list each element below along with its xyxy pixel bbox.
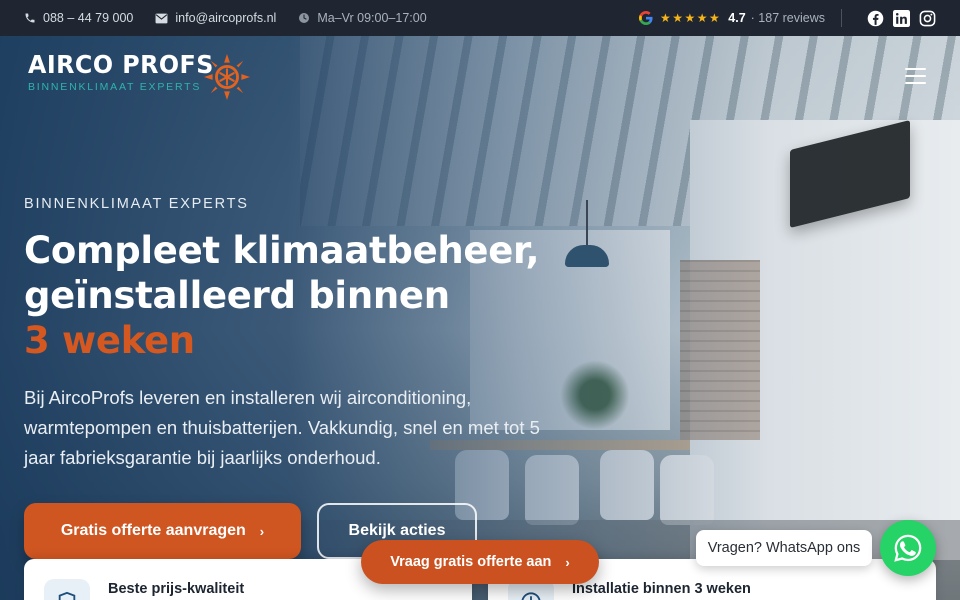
- hero-title-accent: 3 weken: [24, 319, 195, 362]
- instagram-icon[interactable]: [919, 10, 936, 27]
- menu-button[interactable]: [905, 68, 926, 84]
- email-link[interactable]: info@aircoprofs.nl: [155, 11, 276, 25]
- whatsapp-icon: [894, 534, 922, 562]
- hamburger-icon: [905, 68, 926, 70]
- email-address: info@aircoprofs.nl: [175, 11, 277, 25]
- logo-wordmark: AIRCO PROFS: [28, 50, 214, 79]
- chevron-right-icon: ›: [259, 523, 265, 539]
- feature-title: Beste prijs-kwaliteit: [108, 581, 245, 597]
- site-logo[interactable]: AIRCO PROFS BINNENKLIMAAT EXPERTS: [28, 50, 250, 100]
- google-icon: [638, 11, 653, 25]
- hero-eyebrow: BINNENKLIMAAT EXPERTS: [24, 196, 249, 212]
- hours-text: Ma–Vr 09:00–17:00: [317, 11, 427, 25]
- review-count: · 187 reviews: [750, 11, 825, 25]
- floating-quote-label: Vraag gratis offerte aan: [390, 554, 552, 570]
- hero-title: Compleet klimaatbeheer, geïnstalleerd bi…: [24, 228, 544, 363]
- divider: [841, 9, 842, 27]
- chevron-right-icon: ›: [565, 554, 570, 570]
- hamburger-line: [905, 75, 926, 77]
- hero-title-line1: Compleet klimaatbeheer,: [24, 229, 540, 272]
- sun-snowflake-icon: [204, 54, 250, 100]
- whatsapp-bubble-text: Vragen? WhatsApp ons: [707, 540, 861, 556]
- view-offers-label: Bekijk acties: [348, 522, 446, 539]
- rating-stars: ★★★★★: [659, 11, 722, 25]
- hero-content: BINNENKLIMAAT EXPERTS Compleet klimaatbe…: [24, 196, 544, 473]
- phone-link[interactable]: 088 – 44 79 000: [24, 11, 133, 25]
- hero-description: Bij AircoProfs leveren en installeren wi…: [24, 387, 540, 468]
- request-quote-label: Gratis offerte aanvragen: [60, 522, 246, 539]
- whatsapp-button[interactable]: [880, 520, 936, 576]
- logo-tagline: BINNENKLIMAAT EXPERTS: [28, 81, 202, 93]
- phone-number: 088 – 44 79 000: [43, 11, 134, 25]
- request-quote-button[interactable]: Gratis offerte aanvragen ›: [24, 503, 301, 559]
- floating-quote-button[interactable]: Vraag gratis offerte aan ›: [361, 540, 599, 584]
- rating-value: 4.7: [728, 11, 746, 25]
- facebook-icon[interactable]: [867, 10, 884, 27]
- google-rating[interactable]: ★★★★★ 4.7 · 187 reviews: [638, 11, 825, 25]
- mail-icon: [155, 13, 168, 23]
- feature-title: Installatie binnen 3 weken: [572, 581, 751, 597]
- top-bar: 088 – 44 79 000 info@aircoprofs.nl Ma–Vr…: [0, 0, 960, 36]
- shield-icon: [44, 579, 90, 600]
- hamburger-line: [905, 82, 926, 84]
- hero-title-line2: geïnstalleerd binnen: [24, 274, 450, 317]
- opening-hours: Ma–Vr 09:00–17:00: [298, 11, 427, 25]
- whatsapp-bubble[interactable]: Vragen? WhatsApp ons: [696, 530, 872, 566]
- linkedin-icon[interactable]: [893, 9, 910, 27]
- clock-icon: [299, 13, 310, 23]
- phone-icon: [25, 13, 35, 23]
